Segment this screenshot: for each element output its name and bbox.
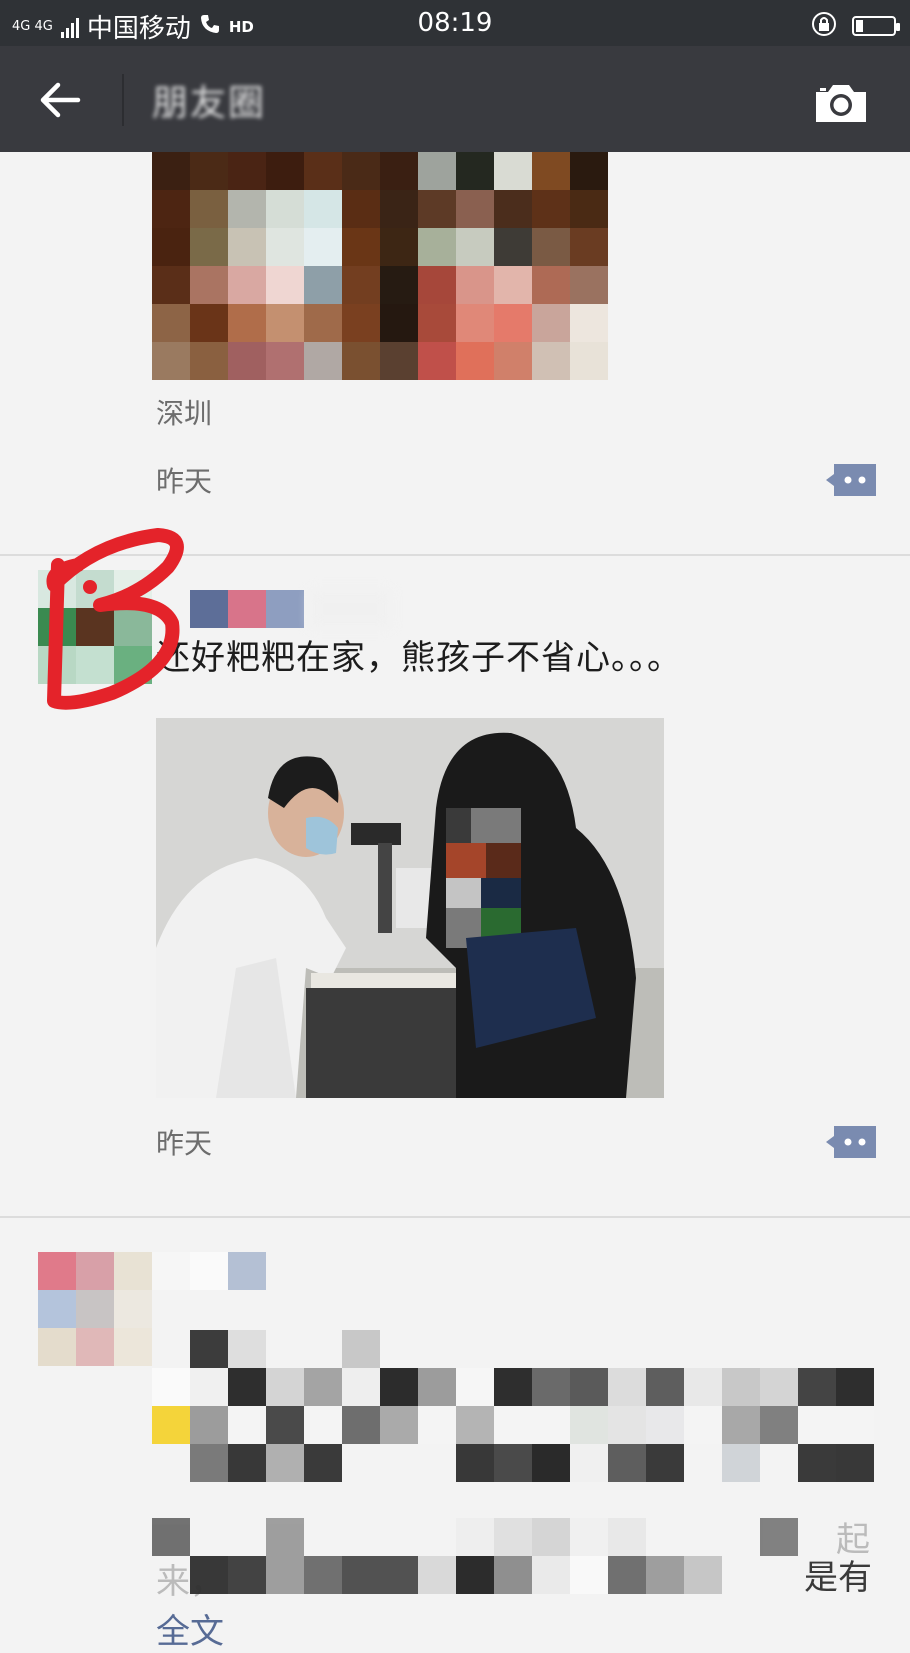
nav-bar: 朋友圈	[0, 46, 910, 152]
annotation-letter-b	[40, 525, 190, 735]
status-right	[810, 10, 900, 42]
full-text-link[interactable]: 全文	[156, 1604, 224, 1653]
post-text-pixelated	[152, 1518, 874, 1594]
back-arrow-icon[interactable]	[36, 80, 84, 120]
clock: 08:19	[417, 8, 493, 38]
camera-icon[interactable]	[812, 82, 870, 124]
username-pixelated[interactable]	[152, 1252, 266, 1290]
post-separator	[0, 1216, 910, 1218]
post-time: 昨天	[156, 1127, 213, 1160]
username-pixelated[interactable]	[190, 590, 304, 628]
page-title: 朋友圈	[152, 83, 267, 124]
post-image-pixelated[interactable]	[152, 152, 608, 380]
battery-icon	[852, 16, 900, 36]
username-blur	[310, 590, 390, 628]
status-bar: 4G 4G 中国移动 HD 08:19	[0, 0, 910, 46]
post-photo[interactable]	[156, 718, 664, 1098]
rotation-lock-icon	[810, 10, 838, 42]
post-text-pixelated	[152, 1330, 874, 1482]
post-time: 昨天	[156, 465, 213, 498]
nav-divider	[122, 74, 124, 126]
post-location[interactable]: 深圳	[156, 392, 212, 432]
comment-icon[interactable]	[824, 462, 878, 498]
comment-icon[interactable]	[824, 1124, 878, 1160]
post-text: 还好粑粑在家，熊孩子不省心。。。	[156, 638, 682, 678]
avatar[interactable]	[38, 1252, 152, 1366]
